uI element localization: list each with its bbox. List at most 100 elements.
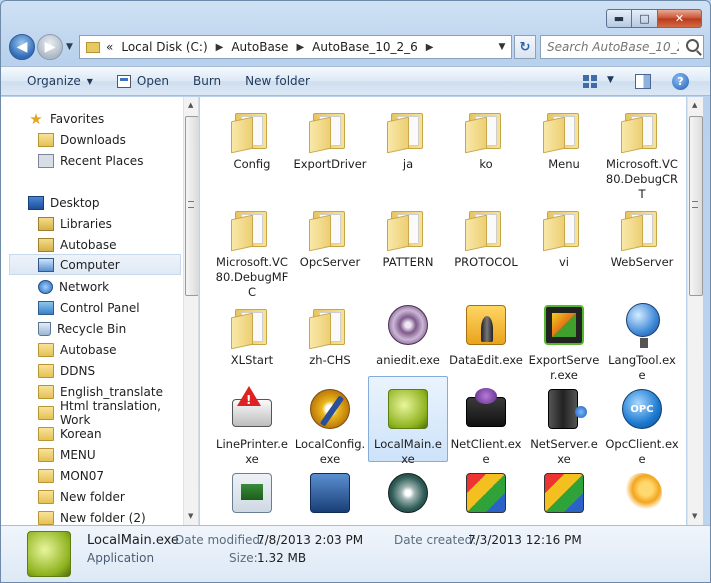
- file-item-opcserver[interactable]: OpcServer: [293, 203, 367, 270]
- search-input[interactable]: [547, 40, 679, 54]
- file-item-pattern[interactable]: PATTERN: [371, 203, 445, 270]
- sidebar-item-html-translation-work[interactable]: Html translation, Work: [1, 399, 183, 427]
- view-options-dropdown[interactable]: ▼: [607, 75, 614, 85]
- file-item-aniedit-exe[interactable]: aniedit.exe: [371, 301, 445, 368]
- recent-pages-dropdown[interactable]: ▼: [66, 42, 73, 52]
- file-item-menu[interactable]: Menu: [527, 105, 601, 172]
- sidebar-item-new-folder[interactable]: New folder: [1, 486, 183, 507]
- organize-button[interactable]: Organize ▼: [27, 74, 93, 88]
- search-box[interactable]: [540, 35, 704, 59]
- file-name-label: zh-CHS: [309, 353, 351, 367]
- sidebar-item-recycle-bin[interactable]: Recycle Bin: [1, 318, 183, 339]
- caption-buttons: ▬ □ ✕: [606, 9, 702, 28]
- config-app-icon: [310, 389, 350, 429]
- folder-icon: [309, 211, 349, 252]
- sidebar-item-mon07[interactable]: MON07: [1, 465, 183, 486]
- sidebar-item-desktop[interactable]: Desktop: [1, 192, 183, 213]
- sidebar-item-network[interactable]: Network: [1, 276, 183, 297]
- scroll-down-icon[interactable]: ▼: [692, 512, 697, 520]
- open-app-icon: [116, 74, 131, 88]
- breadcrumb-overflow[interactable]: «: [106, 40, 113, 54]
- file-item-item-row5-2[interactable]: [371, 469, 445, 519]
- file-item-netclient-exe[interactable]: NetClient.exe: [449, 385, 523, 467]
- open-button[interactable]: Open: [116, 74, 169, 88]
- command-bar: Organize ▼ Open Burn New folder ▼ ?: [1, 66, 710, 96]
- file-item-localconfig-exe[interactable]: LocalConfig.exe: [293, 385, 367, 467]
- preview-pane-icon[interactable]: [635, 74, 651, 89]
- file-icon-box: [228, 105, 276, 155]
- file-item-item-row5-3[interactable]: [449, 469, 523, 519]
- back-button[interactable]: ◀: [9, 34, 35, 60]
- file-item-langtool-exe[interactable]: LangTool.exe: [605, 301, 679, 383]
- breadcrumb-separator-icon[interactable]: ▶: [216, 42, 224, 53]
- file-icon-box: [228, 203, 276, 253]
- sidebar-item-favorites[interactable]: ★ Favorites: [1, 108, 183, 129]
- file-item-xlstart[interactable]: XLStart: [215, 301, 289, 368]
- sidebar-item-ddns[interactable]: DDNS: [1, 360, 183, 381]
- file-name-label: Menu: [548, 157, 580, 171]
- folder-icon: [231, 113, 271, 154]
- file-item-netserver-exe[interactable]: NetServer.exe: [527, 385, 601, 467]
- file-item-ko[interactable]: ko: [449, 105, 523, 172]
- sidebar-item-label: Desktop: [50, 195, 100, 210]
- file-item-item-row5-0[interactable]: [215, 469, 289, 519]
- file-item-webserver[interactable]: WebServer: [605, 203, 679, 270]
- sidebar-item-new-folder-2[interactable]: New folder (2): [1, 507, 183, 525]
- sidebar-item-label: New folder: [60, 489, 125, 504]
- file-item-config[interactable]: Config: [215, 105, 289, 172]
- file-item-exportserver-exe[interactable]: ExportServer.exe: [527, 301, 601, 383]
- sidebar-item-autobase[interactable]: Autobase: [1, 339, 183, 360]
- maximize-button[interactable]: □: [632, 9, 658, 28]
- new-folder-button[interactable]: New folder: [245, 74, 310, 88]
- address-bar[interactable]: « Local Disk (C:) ▶ AutoBase ▶ AutoBase_…: [79, 35, 512, 59]
- address-dropdown-icon[interactable]: ▼: [493, 36, 511, 58]
- file-item-lineprinter-exe[interactable]: LinePrinter.exe: [215, 385, 289, 467]
- file-item-localmain-exe[interactable]: LocalMain.exe: [368, 376, 448, 467]
- sidebar-item-control-panel[interactable]: Control Panel: [1, 297, 183, 318]
- scroll-up-icon[interactable]: ▲: [188, 101, 193, 109]
- sidebar-item-menu[interactable]: MENU: [1, 444, 183, 465]
- forward-button[interactable]: ▶: [37, 34, 63, 60]
- folder-icon: [38, 468, 54, 483]
- file-item-item-row5-1[interactable]: [293, 469, 367, 519]
- file-item-exportdriver[interactable]: ExportDriver: [293, 105, 367, 172]
- breadcrumb-autobase[interactable]: AutoBase: [231, 40, 288, 54]
- navigation-scrollbar[interactable]: ▲ ▼: [183, 97, 198, 525]
- change-view-icon[interactable]: [583, 75, 597, 88]
- breadcrumb-separator-icon[interactable]: ▶: [426, 42, 434, 53]
- file-item-vi[interactable]: vi: [527, 203, 601, 270]
- sidebar-item-computer[interactable]: Computer: [9, 254, 181, 275]
- scroll-down-icon[interactable]: ▼: [188, 512, 193, 520]
- file-item-microsoft-vc80-debugmfc[interactable]: Microsoft.VC80.DebugMFC: [215, 203, 289, 300]
- sidebar-item-libraries[interactable]: Libraries: [1, 213, 183, 234]
- sidebar-item-korean[interactable]: Korean: [1, 423, 183, 444]
- file-item-item-row5-5[interactable]: [605, 469, 679, 519]
- breadcrumb-local-disk[interactable]: Local Disk (C:): [121, 40, 207, 54]
- file-view-scrollbar[interactable]: ▲ ▼: [687, 97, 703, 525]
- file-item-protocol[interactable]: PROTOCOL: [449, 203, 523, 270]
- close-button[interactable]: ✕: [658, 9, 702, 28]
- search-icon[interactable]: [686, 39, 699, 52]
- sidebar-item-autobase[interactable]: Autobase: [1, 234, 183, 255]
- chevron-down-icon: ▼: [86, 76, 93, 86]
- burn-button[interactable]: Burn: [193, 74, 221, 88]
- sidebar-item-downloads[interactable]: Downloads: [1, 129, 183, 150]
- folder-icon: [387, 211, 427, 252]
- file-item-ja[interactable]: ja: [371, 105, 445, 172]
- breadcrumb-separator-icon[interactable]: ▶: [296, 42, 304, 53]
- file-item-opcclient-exe[interactable]: OPC OpcClient.exe: [605, 385, 679, 467]
- sidebar-item-recent-places[interactable]: Recent Places: [1, 150, 183, 171]
- sidebar-item-label: English_translate: [60, 384, 163, 399]
- scroll-up-icon[interactable]: ▲: [692, 101, 697, 109]
- file-item-item-row5-4[interactable]: [527, 469, 601, 519]
- refresh-button[interactable]: ↻: [514, 35, 536, 59]
- breadcrumb-autobase-10-2-6[interactable]: AutoBase_10_2_6: [312, 40, 418, 54]
- file-item-dataedit-exe[interactable]: DataEdit.exe: [449, 301, 523, 368]
- scrollbar-grip-icon: [692, 201, 698, 208]
- details-created-label: Date created:: [394, 533, 477, 547]
- help-icon[interactable]: ?: [672, 73, 689, 90]
- sidebar-item-label: Network: [59, 279, 110, 294]
- minimize-button[interactable]: ▬: [606, 9, 632, 28]
- file-item-microsoft-vc80-debugcrt[interactable]: Microsoft.VC80.DebugCRT: [605, 105, 679, 202]
- file-item-zh-chs[interactable]: zh-CHS: [293, 301, 367, 368]
